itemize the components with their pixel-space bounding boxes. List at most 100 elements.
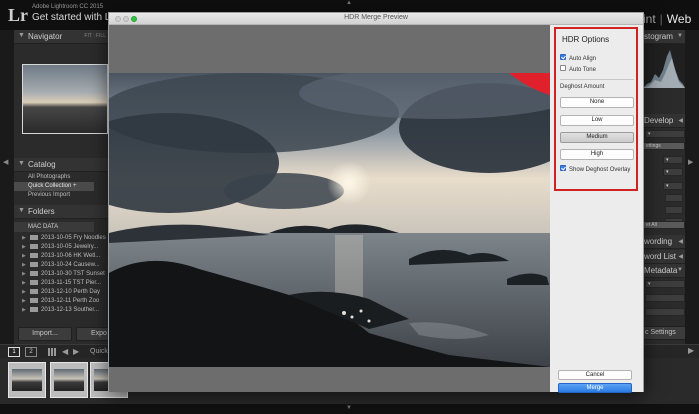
expand-triangle-icon: ▼: [18, 160, 25, 167]
folder-item[interactable]: ▶ 2013-10-24 Causew...: [14, 261, 100, 270]
show-deghost-overlay-checkbox[interactable]: Show Deghost Overlay: [560, 165, 631, 174]
import-button[interactable]: Import...: [18, 327, 72, 341]
right-panel: stogram ▼ Develop ◀ ▾ ettings ▾ ▾ ▾ et A…: [643, 30, 685, 344]
export-button[interactable]: Expo: [76, 327, 110, 341]
folder-icon: [30, 288, 38, 294]
hdr-options-panel: HDR Options Auto Align Auto Tone Deghost…: [554, 27, 638, 191]
catalog-item-quick-collection[interactable]: Quick Collection +: [14, 182, 94, 191]
lightroom-logo: Lr: [8, 5, 28, 25]
folders-header[interactable]: ▼ Folders: [14, 205, 108, 219]
deghost-medium-button[interactable]: Medium: [560, 132, 634, 143]
dialog-title: HDR Merge Preview: [344, 14, 408, 21]
cancel-button[interactable]: Cancel: [558, 370, 632, 380]
folder-icon: [30, 297, 38, 303]
collapse-left-icon[interactable]: ◀: [3, 158, 8, 166]
collapse-bottom-icon[interactable]: ▼: [346, 405, 352, 411]
navigator-header[interactable]: ▼ Navigator FIT : FILL: [14, 30, 108, 44]
navigator-title: Navigator: [28, 32, 63, 41]
folder-item[interactable]: ▶ 2013-11-15 TST Pier...: [14, 279, 101, 288]
quick-develop-header[interactable]: Develop ◀: [643, 114, 685, 128]
deghost-none-button[interactable]: None: [560, 97, 634, 108]
folder-icon: [30, 234, 38, 240]
keywording-header[interactable]: wording ◀: [643, 235, 685, 249]
hdr-preview-image[interactable]: [109, 73, 550, 367]
catalog-item-previous-import[interactable]: Previous Import: [14, 191, 94, 200]
checkbox-checked-icon: [560, 54, 566, 61]
page-1-button[interactable]: 1: [8, 347, 20, 357]
keyword-list-title: word List: [644, 252, 677, 261]
collapse-right-icon[interactable]: ▶: [688, 158, 693, 166]
options-divider: [560, 79, 634, 80]
catalog-header[interactable]: ▼ Catalog: [14, 158, 108, 172]
module-picker: rint | Web: [639, 12, 692, 26]
dialog-titlebar[interactable]: HDR Merge Preview: [109, 13, 643, 25]
folder-item[interactable]: ▶ 2013-10-06 HK Wetl...: [14, 252, 100, 261]
folder-item[interactable]: ▶ 2013-12-11 Perth Zoo: [14, 297, 99, 306]
filmstrip-thumbnail[interactable]: [8, 362, 46, 398]
module-web[interactable]: Web: [667, 12, 691, 26]
merge-button[interactable]: Merge: [558, 383, 632, 393]
forward-arrow-icon[interactable]: ▶: [73, 347, 79, 356]
folder-icon: [30, 243, 38, 249]
back-arrow-icon[interactable]: ◀: [62, 347, 68, 356]
deghost-amount-label: Deghost Amount: [560, 84, 605, 90]
left-panel-edge: ◀: [0, 30, 14, 344]
navigator-preview-image[interactable]: [22, 64, 108, 134]
keywording-title: wording: [644, 237, 673, 246]
hdr-options-sidebar: HDR Options Auto Align Auto Tone Deghost…: [550, 25, 643, 393]
catalog-item-all[interactable]: All Photographs: [14, 173, 94, 182]
metadata-field[interactable]: [645, 294, 685, 302]
source-breadcrumb[interactable]: Quick: [90, 348, 108, 355]
collapse-top-icon[interactable]: ▲: [346, 0, 352, 6]
auto-align-checkbox[interactable]: Auto Align: [560, 54, 597, 63]
auto-tone-label: Auto Tone: [569, 67, 596, 73]
navigator-zoom-options[interactable]: FIT : FILL: [84, 33, 106, 39]
filmstrip-thumbnail[interactable]: [50, 362, 88, 398]
metadata-preset-select[interactable]: ▾: [645, 280, 685, 288]
expand-triangle-icon: ▼: [18, 32, 25, 39]
expand-triangle-icon: ◀: [678, 118, 683, 124]
right-panel-edge: ▶: [685, 30, 699, 344]
folders-title: Folders: [28, 207, 55, 216]
sync-settings-button[interactable]: c Settings: [643, 326, 685, 340]
metadata-title: Metadata: [644, 266, 678, 275]
deghost-low-button[interactable]: Low: [560, 115, 634, 126]
auto-align-label: Auto Align: [569, 56, 597, 62]
reset-all-button[interactable]: et All: [643, 221, 685, 229]
settings-select[interactable]: ettings: [643, 142, 685, 150]
folder-item[interactable]: ▶ 2013-12-10 Perth Day: [14, 288, 100, 297]
histogram-header[interactable]: stogram ▼: [643, 30, 685, 44]
white-balance-select[interactable]: ▾: [663, 182, 683, 190]
checkbox-checked-icon: [560, 165, 566, 172]
filmstrip-filter-arrow-icon[interactable]: ▶: [688, 346, 694, 355]
quick-develop-title: Develop: [644, 116, 674, 125]
expand-triangle-icon: ▼: [18, 207, 25, 214]
expand-triangle-icon: ▼: [677, 267, 683, 273]
folder-icon: [30, 306, 38, 312]
folder-item[interactable]: ▶ 2013-12-13 Souther...: [14, 306, 99, 315]
folder-icon: [30, 279, 38, 285]
grid-view-icon[interactable]: [48, 348, 56, 356]
hdr-options-title: HDR Options: [562, 35, 610, 44]
folder-item[interactable]: ▶ 2013-10-30 TST Sunset: [14, 270, 105, 279]
folder-item[interactable]: ▶ 2013-10-05 Fry Noodles: [14, 234, 106, 243]
page-2-button[interactable]: 2: [25, 347, 37, 357]
metadata-header[interactable]: Metadata ▼: [643, 264, 685, 278]
metadata-field[interactable]: [645, 308, 685, 316]
drive-mac-data[interactable]: MAC DATA: [14, 222, 94, 232]
saved-preset-select[interactable]: ▾: [645, 130, 685, 138]
adjust-stepper[interactable]: [665, 194, 683, 202]
preview-area: [109, 25, 550, 392]
deghost-high-button[interactable]: High: [560, 149, 634, 160]
app-name: Adobe Lightroom CC 2015: [32, 4, 104, 10]
expand-triangle-icon: ◀: [678, 239, 683, 245]
keyword-list-header[interactable]: word List ◀: [643, 250, 685, 264]
folder-item[interactable]: ▶ 2013-10-05 Jewelry...: [14, 243, 98, 252]
expand-triangle-icon: ▼: [677, 33, 683, 39]
crop-ratio-select[interactable]: ▾: [663, 156, 683, 164]
catalog-title-label: Catalog: [28, 160, 56, 169]
adjust-stepper[interactable]: [665, 206, 683, 214]
treatment-select[interactable]: ▾: [663, 168, 683, 176]
auto-tone-checkbox[interactable]: Auto Tone: [560, 65, 596, 74]
show-deghost-overlay-label: Show Deghost Overlay: [569, 167, 631, 173]
